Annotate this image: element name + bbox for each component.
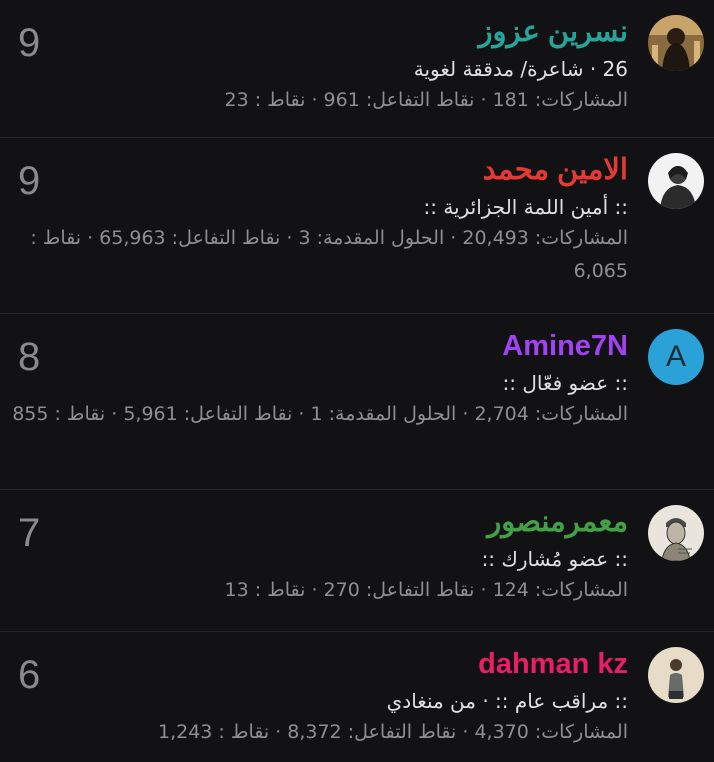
reaction-score: 7 bbox=[18, 511, 41, 555]
avatar[interactable] bbox=[648, 153, 704, 209]
member-list: نسرين عزوز 26 · شاعرة/ مدققة لغوية المشا… bbox=[0, 0, 714, 762]
member-name[interactable]: معمرمنصور bbox=[8, 502, 628, 542]
member-name[interactable]: Amine7N bbox=[8, 326, 628, 366]
reaction-score: 8 bbox=[18, 335, 41, 379]
member-stats: المشاركات: 4,370 · نقاط التفاعل: 8,372 ·… bbox=[157, 721, 628, 743]
member-stats: المشاركات: 124 · نقاط التفاعل: 270 · نقا… bbox=[224, 579, 628, 601]
avatar-letter: A bbox=[665, 340, 686, 373]
member-title: 26 · شاعرة/ مدققة لغوية bbox=[413, 57, 628, 81]
avatar[interactable] bbox=[648, 15, 704, 71]
member-title: :: عضو فعّال :: bbox=[502, 371, 628, 395]
reaction-score: 6 bbox=[18, 653, 41, 697]
avatar[interactable] bbox=[648, 647, 704, 703]
avatar[interactable] bbox=[648, 505, 704, 561]
reaction-score: 9 bbox=[18, 21, 41, 65]
member-row[interactable]: معمرمنصور :: عضو مُشارك :: المشاركات: 12… bbox=[0, 490, 714, 632]
member-stats: المشاركات: 20,493 · الحلول المقدمة: 3 · … bbox=[30, 227, 628, 282]
member-row[interactable]: dahman kz :: مراقب عام :: · من منغادي ال… bbox=[0, 632, 714, 762]
member-name[interactable]: الامين محمد bbox=[8, 150, 628, 190]
member-name[interactable]: نسرين عزوز bbox=[8, 12, 628, 52]
member-name[interactable]: dahman kz bbox=[8, 644, 628, 684]
avatar[interactable]: A bbox=[648, 329, 704, 385]
member-stats: المشاركات: 2,704 · الحلول المقدمة: 1 · ن… bbox=[12, 403, 628, 425]
member-title: :: أمين اللمة الجزائرية :: bbox=[423, 195, 628, 219]
member-row[interactable]: نسرين عزوز 26 · شاعرة/ مدققة لغوية المشا… bbox=[0, 0, 714, 138]
member-row[interactable]: A Amine7N :: عضو فعّال :: المشاركات: 2,7… bbox=[0, 314, 714, 490]
member-stats: المشاركات: 181 · نقاط التفاعل: 961 · نقا… bbox=[224, 89, 628, 111]
member-title: :: عضو مُشارك :: bbox=[481, 547, 628, 571]
reaction-score: 9 bbox=[18, 159, 41, 203]
member-row[interactable]: الامين محمد :: أمين اللمة الجزائرية :: ا… bbox=[0, 138, 714, 314]
member-title: :: مراقب عام :: · من منغادي bbox=[386, 689, 628, 713]
